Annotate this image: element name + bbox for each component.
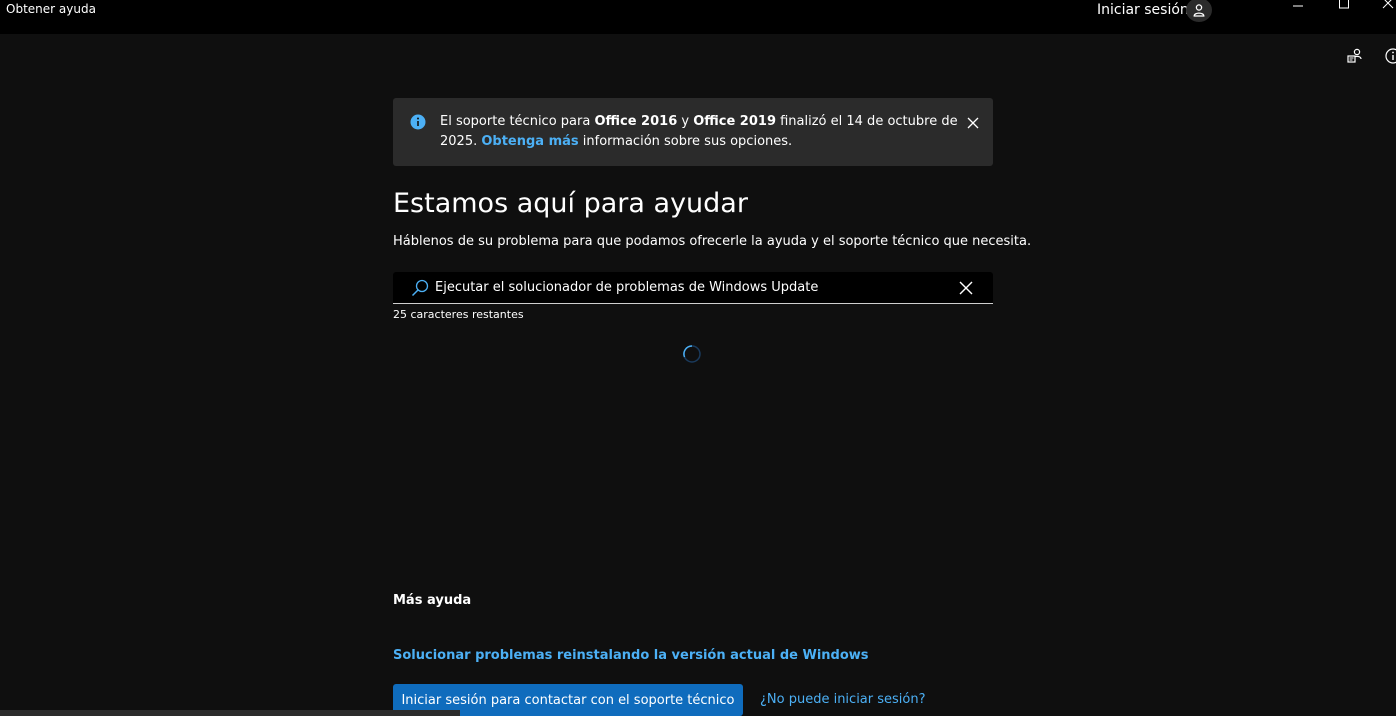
info-icon <box>1385 48 1396 64</box>
maximize-icon <box>1339 0 1349 9</box>
close-window-button[interactable] <box>1380 0 1396 9</box>
search-input[interactable] <box>435 272 945 303</box>
notice-product-1: Office 2016 <box>594 114 678 129</box>
reinstall-windows-link[interactable]: Solucionar problemas reinstalando la ver… <box>393 648 869 663</box>
notice-product-2: Office 2019 <box>693 114 776 129</box>
top-signin-link[interactable]: Iniciar sesión <box>1097 2 1189 18</box>
maximize-button[interactable] <box>1336 0 1352 9</box>
info-icon <box>410 114 426 130</box>
notice-message: El soporte técnico para Office 2016 y Of… <box>440 112 960 152</box>
notice-text-1: El soporte técnico para <box>440 114 595 129</box>
more-help-heading: Más ayuda <box>393 593 472 608</box>
avatar[interactable] <box>1186 0 1212 22</box>
app-title: Obtener ayuda <box>6 2 96 16</box>
support-notice-banner: El soporte técnico para Office 2016 y Of… <box>393 98 993 166</box>
status-strip <box>0 710 460 716</box>
characters-remaining: 25 caracteres restantes <box>393 308 524 321</box>
title-bar: Obtener ayuda Iniciar sesión <box>0 0 1396 34</box>
dismiss-notice-button[interactable] <box>966 115 980 129</box>
about-button[interactable] <box>1383 46 1396 66</box>
learn-more-link[interactable]: Obtenga más <box>481 134 578 149</box>
feedback-icon <box>1347 48 1362 63</box>
clear-search-button[interactable] <box>959 280 973 295</box>
cant-sign-in-link[interactable]: ¿No puede iniciar sesión? <box>760 692 926 707</box>
minimize-button[interactable] <box>1290 0 1306 7</box>
feedback-button[interactable] <box>1345 46 1365 66</box>
close-icon <box>967 117 979 129</box>
page-title: Estamos aquí para ayudar <box>393 188 748 219</box>
loading-spinner-icon <box>683 345 701 363</box>
search-icon <box>411 279 429 297</box>
notice-text-2: y <box>677 114 694 129</box>
close-icon <box>959 281 973 295</box>
search-box <box>393 272 993 304</box>
minimize-icon <box>1293 5 1303 7</box>
close-icon <box>1382 0 1394 9</box>
page-subtitle: Háblenos de su problema para que podamos… <box>393 234 1032 249</box>
person-icon <box>1193 4 1205 17</box>
notice-text-4: información sobre sus opciones. <box>578 134 793 149</box>
